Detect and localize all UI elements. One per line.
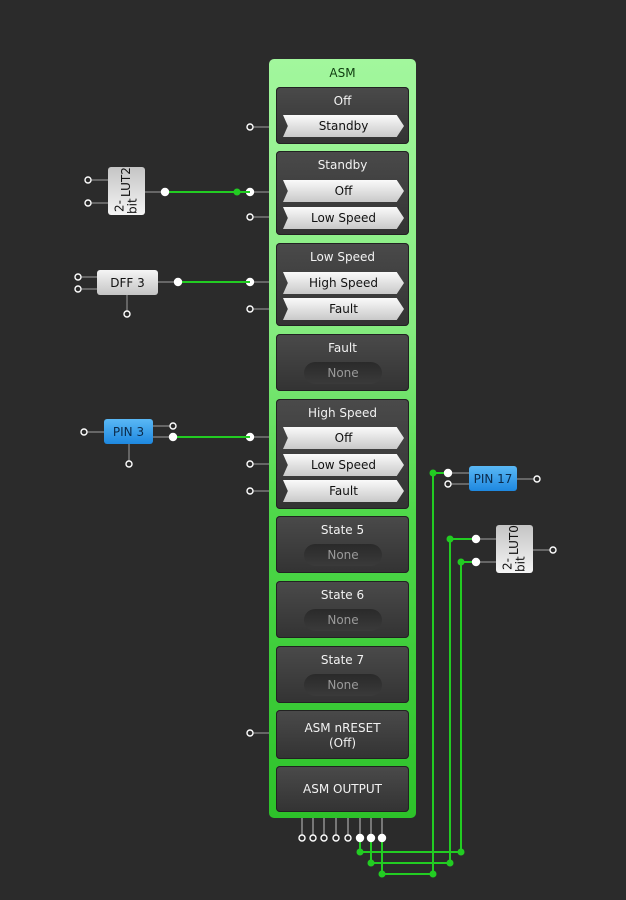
junction-dot — [356, 848, 364, 856]
state-off[interactable]: Off Standby — [276, 87, 409, 144]
pin17-label: PIN 17 — [473, 471, 513, 486]
state-title: State 6 — [320, 588, 365, 602]
pin3-output-port[interactable] — [168, 432, 178, 442]
asm-output-port[interactable] — [344, 834, 352, 842]
nreset-label: ASM nRESET — [304, 721, 381, 735]
dff3-label: DFF 3 — [110, 275, 145, 290]
none-transition[interactable]: None — [304, 674, 382, 696]
asm-output-port[interactable] — [355, 833, 365, 843]
lut2-input-port[interactable] — [84, 199, 92, 207]
state-title: State 7 — [320, 653, 365, 667]
junction-dot — [446, 535, 454, 543]
dff3-clock-port[interactable] — [123, 310, 131, 318]
state-standby[interactable]: Standby Off Low Speed — [276, 151, 409, 235]
transition-standby[interactable]: Standby — [283, 115, 404, 137]
state-high-speed[interactable]: High Speed Off Low Speed Fault — [276, 399, 409, 509]
asm-input-port[interactable] — [246, 729, 254, 737]
state-title: Standby — [317, 158, 368, 172]
asm-panel: ASM Off Standby Standby Off Low Speed Lo… — [269, 59, 416, 818]
junction-dot — [429, 469, 437, 477]
junction-dot — [378, 870, 386, 878]
transition-fault[interactable]: Fault — [283, 298, 404, 320]
junction-dot — [457, 558, 465, 566]
asm-input-port[interactable] — [246, 123, 254, 131]
junction-dot — [367, 859, 375, 867]
dff3-input-port[interactable] — [74, 273, 82, 281]
asm-input-port[interactable] — [246, 305, 254, 313]
lut2-line1: 2-bit — [112, 198, 140, 214]
nreset-value: (Off) — [328, 736, 357, 750]
pin3-block[interactable]: PIN 3 — [104, 419, 153, 444]
lut0-output-port[interactable] — [549, 546, 557, 554]
pin3-port[interactable] — [169, 422, 177, 430]
pin3-oe-port[interactable] — [125, 460, 133, 468]
asm-nreset[interactable]: ASM nRESET (Off) — [276, 710, 409, 759]
transition-off[interactable]: Off — [283, 180, 404, 202]
dff3-block[interactable]: DFF 3 — [97, 270, 158, 295]
state-title: Fault — [328, 341, 357, 355]
state-title: Off — [333, 94, 352, 108]
state-7[interactable]: State 7 None — [276, 646, 409, 703]
lut0-input-port[interactable] — [471, 557, 481, 567]
junction-dot — [233, 188, 241, 196]
pin17-oe-port[interactable] — [444, 480, 452, 488]
pin3-input-port[interactable] — [80, 428, 88, 436]
asm-output-port[interactable] — [309, 834, 317, 842]
state-title: High Speed — [307, 406, 377, 420]
asm-output-port[interactable] — [366, 833, 376, 843]
transition-off[interactable]: Off — [283, 427, 404, 449]
asm-output-port[interactable] — [320, 834, 328, 842]
transition-fault[interactable]: Fault — [283, 480, 404, 502]
junction-dot — [429, 870, 437, 878]
state-6[interactable]: State 6 None — [276, 581, 409, 638]
state-low-speed[interactable]: Low Speed High Speed Fault — [276, 243, 409, 326]
transition-high-speed[interactable]: High Speed — [283, 272, 404, 294]
asm-input-port[interactable] — [246, 487, 254, 495]
pin17-input-port[interactable] — [443, 468, 453, 478]
lut2-line2: LUT2 — [119, 167, 133, 197]
state-fault[interactable]: Fault None — [276, 334, 409, 391]
output-label: ASM OUTPUT — [303, 782, 382, 796]
junction-dot — [457, 848, 465, 856]
asm-title: ASM — [329, 66, 356, 80]
dff3-output-port[interactable] — [173, 277, 183, 287]
asm-output-port[interactable] — [377, 833, 387, 843]
state-5[interactable]: State 5 None — [276, 516, 409, 573]
pin3-label: PIN 3 — [112, 424, 145, 439]
state-title: State 5 — [320, 523, 365, 537]
lut0-input-port[interactable] — [471, 534, 481, 544]
transition-low-speed[interactable]: Low Speed — [283, 207, 404, 229]
state-title: Low Speed — [309, 250, 376, 264]
junction-dot — [446, 859, 454, 867]
lut2-output-port[interactable] — [160, 187, 170, 197]
none-transition[interactable]: None — [304, 362, 382, 384]
asm-output[interactable]: ASM OUTPUT — [276, 766, 409, 812]
asm-output-port[interactable] — [332, 834, 340, 842]
dff3-input-port[interactable] — [74, 285, 82, 293]
lut2-input-port[interactable] — [84, 176, 92, 184]
lut2-block[interactable]: 2-bit LUT2 — [108, 167, 145, 215]
asm-input-port[interactable] — [246, 460, 254, 468]
lut0-line1: 2-bit — [500, 556, 528, 572]
lut0-block[interactable]: 2-bit LUT0 — [496, 525, 533, 573]
asm-input-port[interactable] — [246, 213, 254, 221]
pin17-output-port[interactable] — [533, 475, 541, 483]
transition-low-speed[interactable]: Low Speed — [283, 454, 404, 476]
none-transition[interactable]: None — [304, 609, 382, 631]
pin17-block[interactable]: PIN 17 — [469, 466, 517, 491]
asm-output-port[interactable] — [298, 834, 306, 842]
none-transition[interactable]: None — [304, 544, 382, 566]
lut0-line2: LUT0 — [507, 525, 521, 555]
